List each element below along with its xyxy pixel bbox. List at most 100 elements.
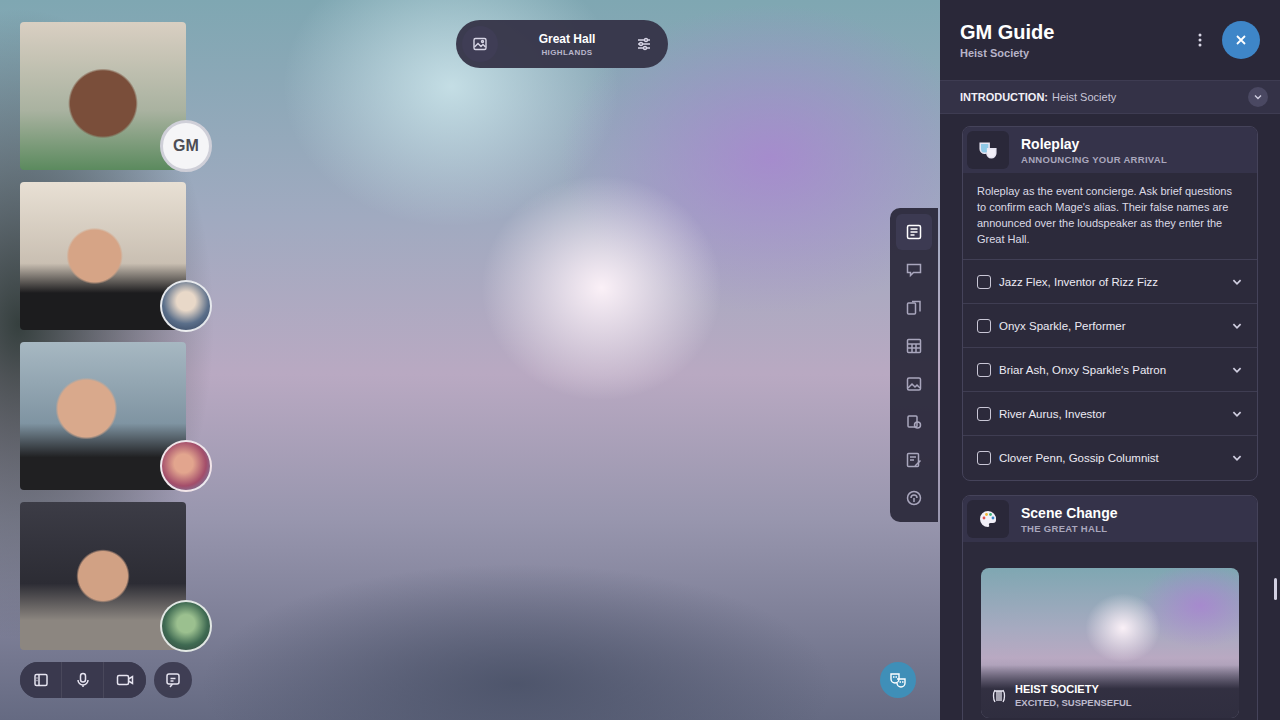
call-controls: [20, 662, 192, 698]
card-title: Scene Change: [1021, 505, 1117, 521]
masks-icon: [978, 140, 998, 160]
scene-thumbnail[interactable]: HEIST SOCIETY EXCITED, SUSPENSEFUL: [981, 568, 1239, 718]
scrollbar-thumb[interactable]: [1274, 578, 1277, 600]
character-avatar[interactable]: [160, 440, 212, 492]
participant-tile: GM: [20, 22, 186, 170]
tool-button[interactable]: [896, 214, 932, 250]
chevron-down-icon[interactable]: [1231, 408, 1243, 420]
masks-icon: [889, 671, 907, 689]
card-subtitle: ANNOUNCING YOUR ARRIVAL: [1021, 154, 1167, 165]
card-subtitle: THE GREAT HALL: [1021, 523, 1117, 534]
checklist-item[interactable]: Onyx Sparkle, Performer: [963, 304, 1257, 348]
guide-cards: Roleplay ANNOUNCING YOUR ARRIVAL Roleplay …: [940, 114, 1280, 720]
app-window: GM Great Hall HIGHLANDS GM Guide Heist Socie…: [0, 0, 1280, 720]
tool-button[interactable]: [896, 252, 932, 288]
checklist-label: Jazz Flex, Inventor of Rizz Fizz: [999, 276, 1223, 288]
card-title: Roleplay: [1021, 136, 1167, 152]
participant-list: GM: [20, 22, 186, 650]
more-icon: [1198, 32, 1202, 48]
image-icon: [472, 36, 488, 52]
panel-titles: GM Guide Heist Society: [960, 21, 1178, 59]
gm-badge: GM: [160, 120, 212, 172]
scene-mood: EXCITED, SUSPENSEFUL: [1015, 697, 1132, 708]
microphone-icon: [75, 672, 91, 688]
checklist-item[interactable]: Jazz Flex, Inventor of Rizz Fizz: [963, 260, 1257, 304]
tool-button[interactable]: [896, 480, 932, 516]
tool-button[interactable]: [896, 404, 932, 440]
layout-button[interactable]: [20, 662, 62, 698]
guide-card: Scene Change THE GREAT HALL HEIST SOCIETY E…: [962, 495, 1258, 720]
participant-tile: [20, 502, 186, 650]
tool-icon: [905, 337, 923, 355]
checklist-label: River Aurus, Investor: [999, 408, 1223, 420]
more-button[interactable]: [1192, 28, 1208, 52]
camera-icon: [116, 672, 134, 688]
camera-button[interactable]: [104, 662, 146, 698]
chat-button[interactable]: [154, 662, 192, 698]
card-titles: Scene Change THE GREAT HALL: [1021, 505, 1117, 534]
scene-music-title: HEIST SOCIETY: [1015, 683, 1132, 695]
tool-button[interactable]: [896, 290, 932, 326]
card-icon-box: [967, 500, 1009, 538]
roleplay-button[interactable]: [880, 662, 916, 698]
checkbox[interactable]: [977, 451, 991, 465]
checklist-item[interactable]: Clover Penn, Gossip Columnist: [963, 436, 1257, 480]
checkbox[interactable]: [977, 319, 991, 333]
checkbox[interactable]: [977, 407, 991, 421]
tool-button[interactable]: [896, 366, 932, 402]
sliders-icon[interactable]: [636, 36, 652, 52]
tool-icon: [905, 375, 923, 393]
scene-location: HIGHLANDS: [508, 48, 626, 57]
control-group: [20, 662, 146, 698]
tool-icon: [905, 489, 923, 507]
checklist-item[interactable]: Briar Ash, Onxy Sparkle's Patron: [963, 348, 1257, 392]
scene-body: HEIST SOCIETY EXCITED, SUSPENSEFUL: [963, 542, 1257, 720]
chapter-selector[interactable]: INTRODUCTION: Heist Society: [940, 80, 1280, 114]
chevron-down-icon[interactable]: [1231, 364, 1243, 376]
tool-icon: [905, 261, 923, 279]
chat-icon: [165, 672, 181, 688]
tool-icon: [905, 413, 923, 431]
checklist-label: Clover Penn, Gossip Columnist: [999, 452, 1223, 464]
tool-icon: [905, 223, 923, 241]
scene-name: Great Hall HIGHLANDS: [508, 32, 626, 57]
checkbox[interactable]: [977, 275, 991, 289]
checklist-label: Onyx Sparkle, Performer: [999, 320, 1223, 332]
card-icon-box: [967, 131, 1009, 169]
card-header: Roleplay ANNOUNCING YOUR ARRIVAL: [963, 127, 1257, 173]
chevron-down-icon[interactable]: [1231, 320, 1243, 332]
scene-caption-text: HEIST SOCIETY EXCITED, SUSPENSEFUL: [1015, 683, 1132, 708]
card-header: Scene Change THE GREAT HALL: [963, 496, 1257, 542]
tool-button[interactable]: [896, 328, 932, 364]
character-avatar[interactable]: [160, 600, 212, 652]
participant-tile: [20, 342, 186, 490]
card-description: Roleplay as the event concierge. Ask bri…: [963, 173, 1257, 260]
scene-selector[interactable]: Great Hall HIGHLANDS: [456, 20, 668, 68]
tool-icon: [905, 299, 923, 317]
scene-title: Great Hall: [508, 32, 626, 46]
scene-image-button[interactable]: [462, 26, 498, 62]
panel-title: GM Guide: [960, 21, 1178, 44]
chapter-name: Heist Society: [1052, 91, 1116, 103]
panel-subtitle: Heist Society: [960, 47, 1178, 59]
chevron-down-icon: [1248, 87, 1268, 107]
chevron-down-icon[interactable]: [1231, 276, 1243, 288]
chapter-label: INTRODUCTION:: [960, 91, 1048, 103]
checkbox[interactable]: [977, 363, 991, 377]
scene-caption: HEIST SOCIETY EXCITED, SUSPENSEFUL: [981, 665, 1239, 718]
participant-tile: [20, 182, 186, 330]
microphone-button[interactable]: [62, 662, 104, 698]
chevron-down-icon[interactable]: [1231, 452, 1243, 464]
checklist-label: Briar Ash, Onxy Sparkle's Patron: [999, 364, 1223, 376]
card-titles: Roleplay ANNOUNCING YOUR ARRIVAL: [1021, 136, 1167, 165]
tool-icon: [905, 451, 923, 469]
tool-button[interactable]: [896, 442, 932, 478]
music-icon: [991, 688, 1007, 704]
checklist-item[interactable]: River Aurus, Investor: [963, 392, 1257, 436]
palette-icon: [978, 509, 998, 529]
close-icon: [1234, 33, 1248, 47]
close-button[interactable]: [1222, 21, 1260, 59]
scene-illustration: GM Great Hall HIGHLANDS: [0, 0, 940, 720]
character-avatar[interactable]: [160, 280, 212, 332]
layout-icon: [33, 672, 49, 688]
